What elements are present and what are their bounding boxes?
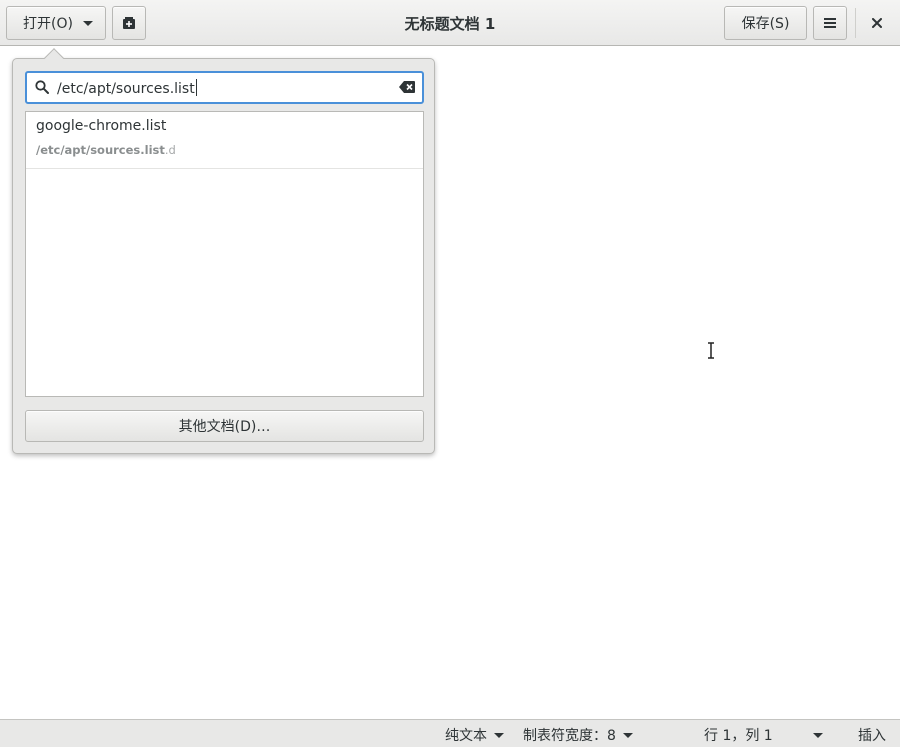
chevron-down-icon (622, 732, 633, 738)
insert-mode-indicator: 插入 (858, 725, 886, 745)
search-input[interactable]: /etc/apt/sources.list (25, 71, 424, 104)
status-bar: 纯文本 制表符宽度：8 行 1，列 1 插入 (0, 719, 900, 747)
other-documents-button[interactable]: 其他文档(D)… (25, 410, 424, 442)
cursor-position-label: 行 1，列 1 (704, 728, 773, 744)
language-selector[interactable]: 纯文本 (445, 725, 504, 745)
list-item[interactable]: google-chrome.list /etc/apt/sources.list… (26, 112, 423, 169)
search-icon (35, 80, 49, 94)
result-name: google-chrome.list (36, 118, 167, 134)
recent-documents-list: google-chrome.list /etc/apt/sources.list… (25, 111, 424, 397)
chevron-down-icon (83, 21, 93, 26)
save-button[interactable]: 保存(S) (724, 6, 807, 40)
language-label: 纯文本 (445, 728, 487, 744)
open-document-popover: /etc/apt/sources.list google-chrome.list… (12, 48, 435, 454)
chevron-down-icon (812, 732, 823, 738)
cursor-position-selector[interactable]: 行 1，列 1 (704, 725, 823, 745)
new-document-icon (123, 17, 135, 29)
tab-width-label: 制表符宽度：8 (523, 728, 616, 744)
window-title: 无标题文档 1 (404, 15, 496, 33)
menu-button[interactable] (813, 6, 847, 40)
new-tab-button[interactable] (112, 6, 146, 40)
header-bar: 打开(O) 无标题文档 1 保存(S) (0, 0, 900, 46)
close-window-button[interactable] (862, 6, 892, 40)
mouse-ibeam-cursor-icon (708, 342, 714, 359)
close-icon (872, 18, 882, 28)
header-separator (855, 8, 856, 38)
insert-mode-label: 插入 (858, 728, 886, 744)
search-input-value: /etc/apt/sources.list (57, 79, 197, 97)
tab-width-selector[interactable]: 制表符宽度：8 (523, 725, 633, 745)
hamburger-menu-icon (824, 18, 836, 28)
open-button[interactable]: 打开(O) (6, 6, 106, 40)
clear-text-icon[interactable] (399, 81, 415, 93)
chevron-down-icon (494, 732, 504, 738)
result-path: /etc/apt/sources.list.d (36, 143, 176, 157)
open-button-label: 打开(O) (23, 16, 73, 32)
